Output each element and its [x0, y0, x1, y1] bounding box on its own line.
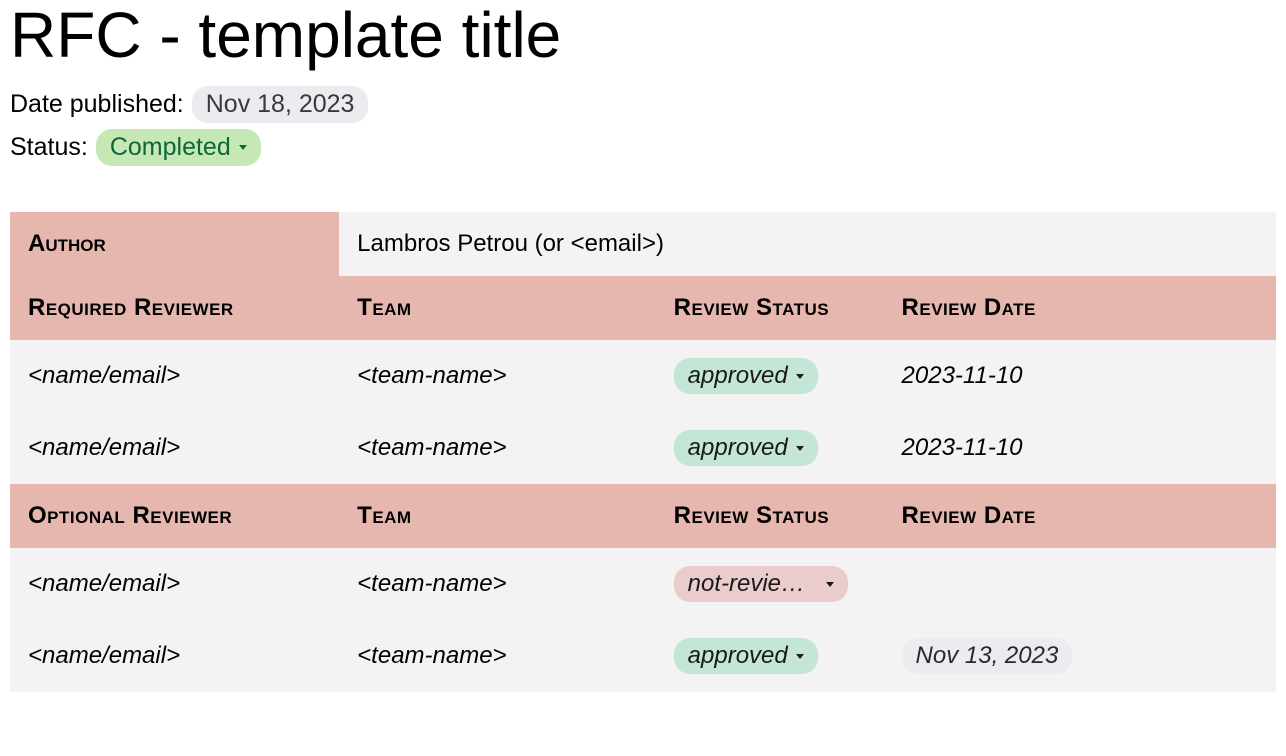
chevron-down-icon — [796, 374, 804, 379]
review-status-cell: approved — [656, 620, 884, 692]
date-published-label: Date published: — [10, 90, 184, 119]
review-date: 2023-11-10 — [884, 340, 1276, 412]
author-row: Author Lambros Petrou (or <email>) — [10, 212, 1276, 276]
reviewer-team: <team-name> — [339, 412, 656, 484]
hdr-team: Team — [339, 484, 656, 548]
hdr-review-date: Review Date — [884, 276, 1276, 340]
chevron-down-icon — [796, 654, 804, 659]
review-status-dropdown[interactable]: approved — [674, 430, 818, 466]
review-date — [884, 548, 1276, 620]
table-row: <name/email><team-name> approved Nov 13, 2… — [10, 620, 1276, 692]
status-value: Completed — [110, 133, 231, 162]
reviewer-team: <team-name> — [339, 548, 656, 620]
date-published-line: Date published: Nov 18, 2023 — [10, 86, 1276, 123]
hdr-review-date: Review Date — [884, 484, 1276, 548]
reviewer-name: <name/email> — [10, 548, 339, 620]
review-status-value: approved — [688, 642, 788, 670]
hdr-required-reviewer: Required Reviewer — [10, 276, 339, 340]
review-date: Nov 13, 2023 — [884, 620, 1276, 692]
hdr-team: Team — [339, 276, 656, 340]
status-dropdown[interactable]: Completed — [96, 129, 261, 166]
table-row: <name/email><team-name> not-reviewed — [10, 548, 1276, 620]
table-row: <name/email><team-name> approved 2023-11-1… — [10, 340, 1276, 412]
reviewer-name: <name/email> — [10, 620, 339, 692]
author-value: Lambros Petrou (or <email>) — [339, 212, 1276, 276]
reviewer-team: <team-name> — [339, 340, 656, 412]
chevron-down-icon — [826, 582, 834, 587]
review-date-pill: Nov 13, 2023 — [902, 638, 1073, 674]
review-date: 2023-11-10 — [884, 412, 1276, 484]
chevron-down-icon — [796, 446, 804, 451]
reviewer-name: <name/email> — [10, 412, 339, 484]
review-status-value: approved — [688, 434, 788, 462]
review-status-cell: not-reviewed — [656, 548, 884, 620]
rfc-table: Author Lambros Petrou (or <email>) Requi… — [10, 212, 1276, 692]
status-line: Status: Completed — [10, 129, 1276, 166]
hdr-optional-reviewer: Optional Reviewer — [10, 484, 339, 548]
date-published-value: Nov 18, 2023 — [192, 86, 369, 123]
required-reviewer-header: Required Reviewer Team Review Status Rev… — [10, 276, 1276, 340]
status-label: Status: — [10, 133, 88, 162]
optional-reviewer-header: Optional Reviewer Team Review Status Rev… — [10, 484, 1276, 548]
review-status-dropdown[interactable]: approved — [674, 638, 818, 674]
reviewer-name: <name/email> — [10, 340, 339, 412]
review-status-dropdown[interactable]: not-reviewed — [674, 566, 848, 602]
review-status-cell: approved — [656, 412, 884, 484]
review-status-cell: approved — [656, 340, 884, 412]
chevron-down-icon — [239, 145, 247, 150]
hdr-review-status: Review Status — [656, 276, 884, 340]
table-row: <name/email><team-name> approved 2023-11-1… — [10, 412, 1276, 484]
page-title: RFC - template title — [10, 0, 1276, 70]
hdr-review-status: Review Status — [656, 484, 884, 548]
reviewer-team: <team-name> — [339, 620, 656, 692]
review-status-value: approved — [688, 362, 788, 390]
review-status-value: not-reviewed — [688, 570, 818, 598]
author-label: Author — [10, 212, 339, 276]
review-status-dropdown[interactable]: approved — [674, 358, 818, 394]
